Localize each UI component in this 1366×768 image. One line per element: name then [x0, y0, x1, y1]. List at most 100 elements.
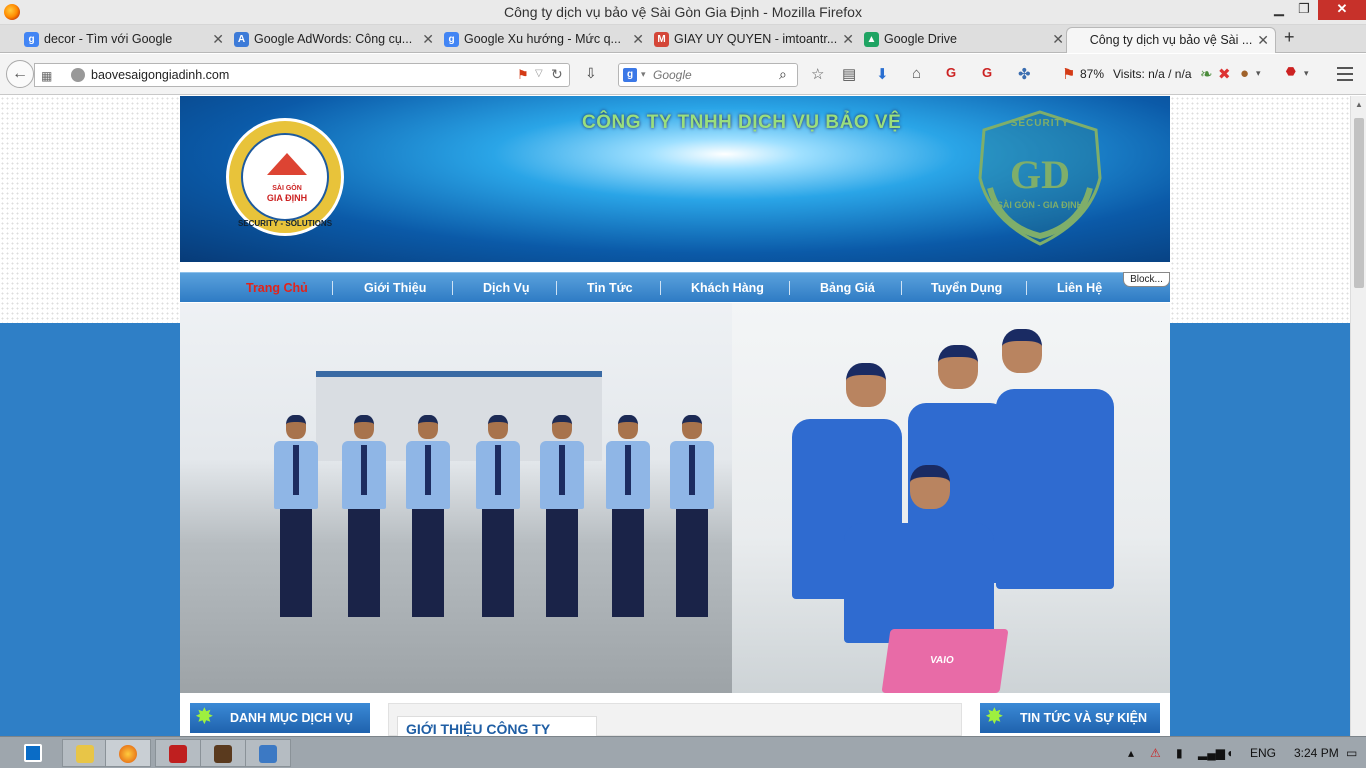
search-bar[interactable]: g ▾ ⌕ — [618, 63, 798, 87]
pagoda-icon — [267, 153, 307, 175]
leaf-icon[interactable]: ❧ — [1200, 65, 1213, 83]
tab-google-drive[interactable]: ▲ Google Drive ✕ — [860, 27, 1070, 53]
taskbar-file-explorer[interactable] — [62, 739, 108, 767]
maximize-button[interactable]: ❐ — [1290, 0, 1318, 20]
nav-news[interactable]: Tin Tức — [587, 281, 633, 295]
menu-button[interactable] — [1334, 63, 1356, 85]
download-icon[interactable]: ⬇ — [876, 65, 889, 83]
signal-icon[interactable]: ▂▄▆ — [1198, 746, 1225, 760]
nav-customers[interactable]: Khách Hàng — [691, 281, 764, 295]
filezilla-icon — [169, 745, 187, 763]
news-events-label: TIN TỨC VÀ SỰ KIỆN — [1020, 711, 1147, 725]
nav-divider — [1026, 281, 1027, 295]
chevron-down-icon[interactable]: ▾ — [1304, 68, 1309, 79]
vertical-scrollbar[interactable]: ▲ — [1350, 96, 1366, 736]
close-icon[interactable]: ✕ — [212, 27, 224, 51]
close-icon[interactable]: ✕ — [1257, 28, 1269, 52]
tab-bar: g decor - Tìm với Google ✕ A Google AdWo… — [0, 25, 1366, 53]
home-icon[interactable]: ⌂ — [912, 65, 921, 82]
close-icon[interactable]: ✕ — [422, 27, 434, 51]
close-icon[interactable]: ✕ — [632, 27, 644, 51]
svg-text:GD: GD — [1010, 152, 1070, 197]
extension-icon[interactable]: ✤ — [1018, 65, 1031, 83]
news-events-title[interactable]: ✸ TIN TỨC VÀ SỰ KIỆN — [980, 703, 1160, 733]
volume-icon[interactable]: ◖ — [1226, 746, 1233, 760]
tab-current-page[interactable]: Công ty dịch vụ bảo vệ Sài ... ✕ — [1066, 27, 1276, 53]
new-tab-button[interactable]: + — [1284, 27, 1295, 48]
tab-decor-search[interactable]: g decor - Tìm với Google ✕ — [20, 27, 230, 53]
reload-icon[interactable]: ↻ — [551, 66, 563, 83]
adblock-icon[interactable]: ⬣ — [1286, 65, 1296, 78]
chevron-down-icon[interactable]: ▽ — [535, 68, 543, 79]
notification-icon[interactable]: ▭ — [1346, 746, 1357, 760]
grid-icon[interactable]: ▦ — [41, 69, 52, 83]
tab-adwords[interactable]: A Google AdWords: Công cụ... ✕ — [230, 27, 440, 53]
logo-name-small: SÀI GÒN — [272, 185, 302, 192]
network-error-icon[interactable]: ⚠ — [1150, 746, 1161, 760]
search-input[interactable] — [653, 68, 773, 82]
gm-extension-icon[interactable]: G — [946, 65, 956, 80]
zoom-level[interactable]: 87% — [1080, 67, 1104, 81]
minimize-button[interactable]: ▁ — [1265, 0, 1293, 20]
tab-google-trends[interactable]: g Google Xu hướng - Mức q... ✕ — [440, 27, 650, 53]
url-bar[interactable]: ▦ baovesaigongiadinh.com ⚑ ▽ ↻ — [34, 63, 570, 87]
nav-divider — [901, 281, 902, 295]
nav-about[interactable]: Giới Thiệu — [364, 281, 426, 295]
tab-label: Google Xu hướng - Mức q... — [464, 32, 621, 46]
download-status-icon[interactable]: ⇩ — [585, 65, 597, 82]
gm-extension-icon[interactable]: G — [982, 65, 992, 80]
services-menu-title[interactable]: ✸ DANH MỤC DỊCH VỤ — [190, 703, 370, 733]
nav-careers[interactable]: Tuyển Dụng — [931, 281, 1002, 295]
tab-label: decor - Tìm với Google — [44, 32, 173, 46]
tray-up-arrow-icon[interactable]: ▴ — [1128, 746, 1134, 760]
guard-figure — [272, 415, 318, 625]
language-indicator[interactable]: ENG — [1250, 746, 1276, 760]
flag-icon[interactable]: ⚑ — [517, 67, 529, 83]
taskbar-filezilla[interactable] — [155, 739, 201, 767]
start-button[interactable] — [24, 744, 42, 762]
nav-home[interactable]: Trang Chủ — [246, 281, 308, 295]
close-window-button[interactable]: ✕ — [1318, 0, 1366, 20]
company-intro-title: GIỚI THIỆU CÔNG TY — [397, 716, 597, 736]
scrollbar-thumb[interactable] — [1354, 118, 1364, 288]
guard-figure — [404, 415, 450, 625]
hero-photo-guards-laptop: VAIO — [732, 303, 1170, 693]
scroll-up-icon[interactable]: ▲ — [1355, 100, 1363, 109]
block-badge[interactable]: Block... — [1123, 272, 1170, 287]
nav-contact[interactable]: Liên Hệ — [1057, 281, 1102, 295]
bookmark-star-icon[interactable]: ☆ — [811, 65, 824, 83]
clock[interactable]: 3:24 PM — [1294, 746, 1339, 760]
tab-gmail[interactable]: M GIAY UY QUYEN - imtoantr... ✕ — [650, 27, 860, 53]
close-icon[interactable]: ✕ — [1052, 27, 1064, 51]
nav-divider — [660, 281, 661, 295]
company-tagline: CÔNG TY TNHH DỊCH VỤ BẢO VỆ — [582, 112, 902, 133]
reading-list-icon[interactable]: ▤ — [842, 65, 856, 83]
logo-ring-text: SECURITY - SOLUTIONS — [237, 219, 333, 228]
search-icon[interactable]: ⌕ — [779, 66, 787, 83]
guard-body — [996, 389, 1114, 589]
url-text[interactable]: baovesaigongiadinh.com — [91, 68, 229, 82]
tab-label: Google AdWords: Công cụ... — [254, 32, 413, 46]
company-logo[interactable]: SÀI GÒN GIA ĐỊNH SECURITY - SOLUTIONS — [226, 118, 344, 236]
nav-pricing[interactable]: Bảng Giá — [820, 281, 875, 295]
windows-taskbar: ▴ ⚠ ▮ ▂▄▆ ◖ ENG 3:24 PM ▭ — [0, 736, 1366, 768]
window-title: Công ty dịch vụ bảo vệ Sài Gòn Gia Định … — [504, 4, 862, 20]
company-intro-box: GIỚI THIỆU CÔNG TY — [388, 703, 962, 736]
power-icon[interactable]: ▮ — [1176, 746, 1183, 760]
drive-icon: ▲ — [864, 32, 879, 47]
chevron-down-icon[interactable]: ▾ — [1256, 68, 1261, 79]
taskbar-firefox[interactable] — [105, 739, 151, 767]
taskbar-window[interactable] — [245, 739, 291, 767]
taskbar-app[interactable] — [200, 739, 246, 767]
nav-services[interactable]: Dịch Vụ — [483, 281, 530, 295]
back-button[interactable]: ← — [6, 60, 34, 88]
visits-counter: Visits: n/a / n/a — [1113, 67, 1192, 81]
cross-icon[interactable]: ✖ — [1218, 65, 1231, 83]
chevron-down-icon[interactable]: ▾ — [641, 69, 646, 80]
guard-head — [846, 363, 886, 407]
close-icon[interactable]: ✕ — [842, 27, 854, 51]
flag-icon[interactable]: ⚑ — [1062, 65, 1075, 83]
cookie-icon[interactable]: ● — [1240, 65, 1249, 82]
security-shield-emblem: GD SECURITY SÀI GÒN - GIA ĐỊNH — [970, 108, 1110, 248]
google-search-engine-icon[interactable]: g — [623, 68, 637, 82]
